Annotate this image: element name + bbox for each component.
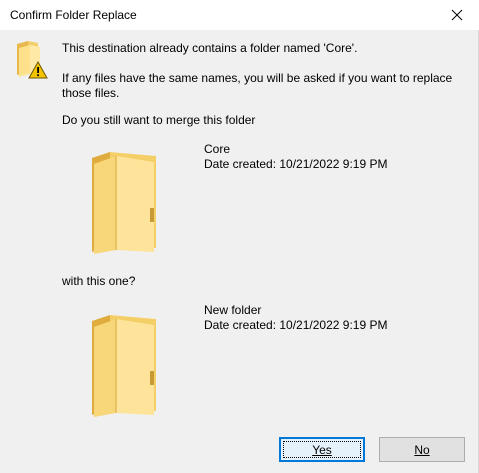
confirm-folder-replace-dialog: Confirm Folder Replace This destination … xyxy=(0,0,479,473)
message-with-this-one: with this one? xyxy=(62,274,136,288)
target-folder-name: New folder xyxy=(204,303,262,317)
message-files-same-names: If any files have the same names, you wi… xyxy=(62,71,453,100)
title-bar[interactable]: Confirm Folder Replace xyxy=(0,0,479,30)
folder-warning-icon xyxy=(17,41,48,79)
source-folder-icon xyxy=(92,152,156,254)
message-merge-question: Do you still want to merge this folder xyxy=(62,113,256,127)
source-folder-info: Core Date created: 10/21/2022 9:19 PM xyxy=(204,142,387,172)
yes-button-label: Yes xyxy=(312,442,332,457)
source-folder-date: Date created: 10/21/2022 9:19 PM xyxy=(204,157,388,171)
no-button-label: No xyxy=(414,442,430,457)
target-folder-info: New folder Date created: 10/21/2022 9:19… xyxy=(204,303,387,333)
window-title: Confirm Folder Replace xyxy=(10,8,137,22)
target-folder-icon xyxy=(92,315,156,417)
source-folder-name: Core xyxy=(204,142,231,156)
close-icon xyxy=(451,9,463,21)
close-button[interactable] xyxy=(435,0,479,30)
target-folder-date: Date created: 10/21/2022 9:19 PM xyxy=(204,318,388,332)
yes-button[interactable]: Yes xyxy=(279,437,365,462)
no-button[interactable]: No xyxy=(379,437,465,462)
message-destination-exists: This destination already contains a fold… xyxy=(62,41,358,55)
